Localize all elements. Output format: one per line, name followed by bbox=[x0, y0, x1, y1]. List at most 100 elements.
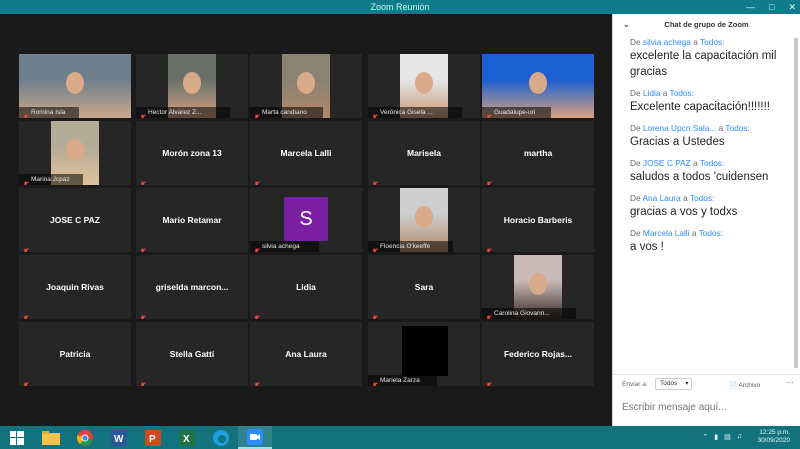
chat-message-header: De silvia achega a Todos: bbox=[630, 36, 793, 48]
participant-tile[interactable]: Floencia O'keeffe bbox=[368, 188, 480, 252]
chat-scrollbar-thumb[interactable] bbox=[794, 38, 798, 368]
chat-message-header: De Marcela Lalli a Todos: bbox=[630, 227, 793, 239]
file-explorer-icon[interactable] bbox=[34, 426, 68, 449]
participant-tile[interactable]: Patricia bbox=[19, 322, 131, 386]
chat-message-header: De JOSE C PAZ a Todos: bbox=[630, 157, 793, 169]
participant-tile[interactable]: Guadalupe-uri bbox=[482, 54, 594, 118]
muted-mic-icon bbox=[371, 175, 378, 185]
muted-mic-icon bbox=[485, 108, 492, 118]
chevron-down-icon: ▾ bbox=[685, 381, 689, 387]
network-icon[interactable]: ▤ bbox=[724, 433, 731, 441]
participant-tile[interactable]: Marcela Lalli bbox=[250, 121, 362, 185]
participant-tile[interactable]: JOSE C PAZ bbox=[19, 188, 131, 252]
participant-tile[interactable]: Ana Laura bbox=[250, 322, 362, 386]
chat-sender[interactable]: Lidia bbox=[643, 88, 661, 98]
volume-icon[interactable]: ♫ bbox=[737, 433, 742, 441]
participant-tile[interactable]: Federico Rojas... bbox=[482, 322, 594, 386]
more-options-icon[interactable]: ⋯ bbox=[786, 378, 794, 387]
participant-tile[interactable]: Sara bbox=[368, 255, 480, 319]
participant-tile[interactable]: Stella Gatti bbox=[136, 322, 248, 386]
participant-name: Guadalupe-uri bbox=[494, 109, 536, 116]
chat-messages: De silvia achega a Todos: excelente la ca… bbox=[613, 36, 793, 372]
minimize-icon[interactable]: — bbox=[746, 0, 755, 14]
participant-tile[interactable]: Mariela Zarza bbox=[368, 322, 480, 386]
participant-name: martha bbox=[523, 148, 553, 158]
participant-tile[interactable]: Morón zona 13 bbox=[136, 121, 248, 185]
chat-header: ⌄ Chat de grupo de Zoom bbox=[613, 14, 800, 36]
chat-message: De silvia achega a Todos: excelente la ca… bbox=[630, 36, 793, 80]
participant-tile[interactable]: Carolina Giovann... bbox=[482, 255, 594, 319]
battery-icon[interactable]: ▮ bbox=[714, 433, 718, 441]
chat-prefix-de: De bbox=[630, 37, 641, 47]
participant-tile[interactable]: Joaquin Rivas bbox=[19, 255, 131, 319]
edge-icon[interactable] bbox=[204, 426, 238, 449]
participant-name: Horacio Barberis bbox=[503, 215, 573, 225]
file-button[interactable]: 📄 Archivo bbox=[729, 381, 760, 389]
window-titlebar: Zoom Reunión — □ ✕ bbox=[0, 0, 800, 14]
participant-tile[interactable]: Marina Jcpaz bbox=[19, 121, 131, 185]
chat-message-text: Excelente capacitación!!!!!!! bbox=[630, 101, 770, 113]
chat-message: De Lorena Upcn Sala... a Todos: Gracias a… bbox=[630, 122, 793, 150]
chat-message-header: De Ana Laura a Todos: bbox=[630, 192, 793, 204]
chat-sender[interactable]: Lorena Upcn Sala... bbox=[643, 123, 716, 133]
chat-footer: Enviar a: Todos ▾ 📄 Archivo ⋯ bbox=[613, 374, 800, 426]
participant-face bbox=[183, 72, 201, 94]
chat-sender[interactable]: JOSE C PAZ bbox=[643, 158, 691, 168]
chat-sender[interactable]: Marcela Lalli bbox=[643, 228, 690, 238]
muted-mic-icon bbox=[139, 309, 146, 319]
participant-tile[interactable]: Lidia bbox=[250, 255, 362, 319]
muted-mic-icon bbox=[371, 376, 378, 386]
chat-message-header: De Lorena Upcn Sala... a Todos: bbox=[630, 122, 793, 134]
windows-start-icon[interactable] bbox=[0, 426, 34, 449]
muted-mic-icon bbox=[253, 242, 260, 252]
participant-name: Lidia bbox=[296, 282, 316, 292]
participant-name: Mario Retamar bbox=[162, 215, 222, 225]
clock-date: 30/09/2020 bbox=[757, 437, 790, 444]
chevron-up-icon[interactable]: ⌃ bbox=[702, 433, 708, 441]
chat-recipient: Todos: bbox=[689, 193, 715, 203]
participant-name: Mariela Zarza bbox=[380, 377, 420, 384]
participant-tile[interactable]: Mario Retamar bbox=[136, 188, 248, 252]
participant-tile[interactable]: Verónica Gisela ... bbox=[368, 54, 480, 118]
muted-mic-icon bbox=[371, 242, 378, 252]
chrome-icon[interactable] bbox=[68, 426, 102, 449]
participant-name: Sara bbox=[414, 282, 434, 292]
participant-name: Ana Laura bbox=[285, 349, 327, 359]
chat-recipient: Todos: bbox=[669, 88, 694, 98]
powerpoint-icon[interactable]: P bbox=[136, 426, 170, 449]
muted-mic-icon bbox=[253, 175, 260, 185]
avatar: S bbox=[284, 197, 328, 241]
chat-message-text: excelente la capacitación mil gracias bbox=[630, 50, 777, 78]
participant-name: Hector Alvarez Z... bbox=[148, 109, 202, 116]
participant-face bbox=[529, 273, 547, 295]
zoom-taskbar-icon[interactable] bbox=[238, 426, 272, 449]
chat-message: De Marcela Lalli a Todos: a vos ! bbox=[630, 227, 793, 255]
participant-tile[interactable]: martha bbox=[482, 121, 594, 185]
chat-sender[interactable]: Ana Laura bbox=[642, 193, 680, 203]
participant-video bbox=[402, 326, 448, 376]
chat-recipient: Todos: bbox=[698, 228, 724, 238]
participant-tile[interactable]: Horacio Barberis bbox=[482, 188, 594, 252]
participant-tile[interactable]: Marta candiano bbox=[250, 54, 362, 118]
chat-message-input[interactable] bbox=[622, 397, 792, 417]
word-icon[interactable]: W bbox=[102, 426, 136, 449]
excel-icon[interactable]: X bbox=[170, 426, 204, 449]
close-icon[interactable]: ✕ bbox=[788, 0, 796, 14]
send-to-dropdown[interactable]: Todos ▾ bbox=[655, 378, 693, 390]
chat-message-text: a vos ! bbox=[630, 241, 664, 253]
participant-tile[interactable]: Hector Alvarez Z... bbox=[136, 54, 248, 118]
participant-name: Marta candiano bbox=[262, 109, 307, 116]
participant-tile[interactable]: Marisela bbox=[368, 121, 480, 185]
chat-message: De Lidia a Todos: Excelente capacitación!… bbox=[630, 87, 793, 115]
clock[interactable]: 12:25 p.m. 30/09/2020 bbox=[757, 429, 790, 445]
send-to-value: Todos bbox=[660, 380, 678, 387]
participant-tile[interactable]: griselda marcon... bbox=[136, 255, 248, 319]
chevron-down-icon[interactable]: ⌄ bbox=[623, 14, 630, 36]
participant-tile[interactable]: Ssilvia achega bbox=[250, 188, 362, 252]
maximize-icon[interactable]: □ bbox=[769, 0, 774, 14]
clock-time: 12:25 p.m. bbox=[759, 429, 790, 436]
muted-mic-icon bbox=[22, 242, 29, 252]
chat-sender[interactable]: silvia achega bbox=[643, 37, 691, 47]
participant-tile[interactable]: Romina Isla bbox=[19, 54, 131, 118]
participant-name: griselda marcon... bbox=[155, 282, 229, 292]
